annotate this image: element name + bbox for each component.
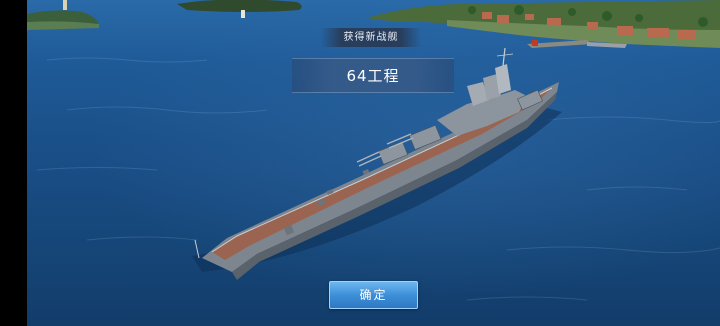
- islet-left: [27, 0, 99, 30]
- new-ship-banner: 获得新战舰: [321, 28, 421, 47]
- ship-name-panel: 64工程: [292, 58, 454, 93]
- letterbox-left: [0, 0, 27, 326]
- confirm-button-label: 确定: [359, 288, 388, 302]
- islet-center: [177, 0, 302, 18]
- ship-name-label: 64工程: [346, 67, 400, 85]
- scene-artwork: [27, 0, 720, 301]
- confirm-button[interactable]: 确定: [329, 281, 418, 309]
- new-ship-banner-label: 获得新战舰: [343, 32, 399, 43]
- ocean-scene: 获得新战舰 64工程 确定: [27, 0, 720, 326]
